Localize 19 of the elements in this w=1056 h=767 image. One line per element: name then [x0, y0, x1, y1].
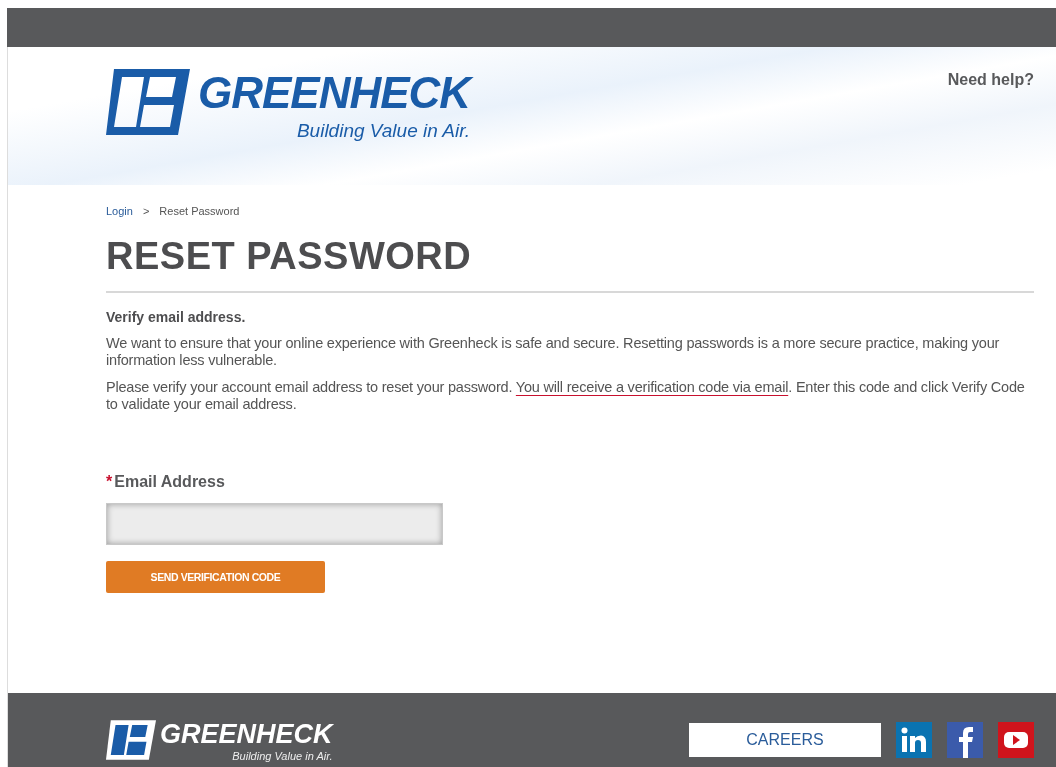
logo-tagline: Building Value in Air.: [296, 119, 471, 143]
logo-name: GREENHECK: [160, 718, 333, 750]
email-input[interactable]: [106, 503, 443, 545]
linkedin-icon[interactable]: [896, 722, 932, 758]
breadcrumb-separator: >: [142, 205, 150, 217]
facebook-icon[interactable]: [947, 722, 983, 758]
field-label: *Email Address: [106, 473, 226, 491]
breadcrumb-current: Reset Password: [159, 205, 240, 217]
careers-link[interactable]: CAREERS: [689, 723, 881, 757]
logo-tagline: Building Value in Air.: [232, 750, 333, 762]
paragraph: We want to ensure that your online experience with Greenheck is safe and secure. Resetting passwords is a more secure practice, making your information less vulnerable.: [106, 335, 1001, 369]
logo-icon: [106, 718, 156, 762]
page-title: RESET PASSWORD: [106, 234, 473, 279]
paragraph: Please verify your account email address to reset your password. You will receive a verification code via email. Enter this code and click Verify Code to validate your email address.: [106, 379, 1026, 413]
youtube-icon[interactable]: [998, 722, 1034, 758]
breadcrumb-link[interactable]: Login: [106, 205, 133, 217]
help-link[interactable]: Need help?: [947, 71, 1034, 91]
section-title: Verify email address.: [106, 309, 247, 325]
logo-icon: [106, 67, 190, 137]
